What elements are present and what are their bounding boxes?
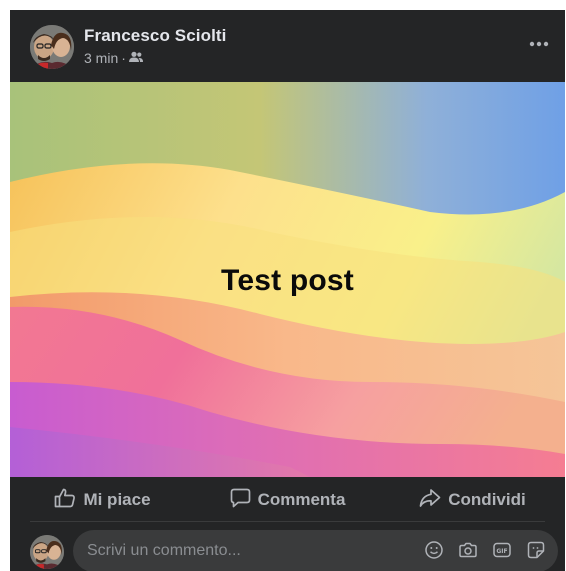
camera-icon[interactable] bbox=[458, 540, 478, 560]
post-actions: Mi piace Commenta Condividi bbox=[10, 480, 565, 520]
user-avatar[interactable] bbox=[30, 535, 64, 569]
post-image[interactable]: Test post bbox=[10, 82, 565, 477]
share-button[interactable]: Condividi bbox=[380, 488, 565, 513]
thumbs-up-icon bbox=[54, 488, 76, 513]
comment-label: Commenta bbox=[257, 490, 346, 509]
meta-separator: · bbox=[121, 50, 126, 66]
post-card: Francesco Sciolti 3 min · Test post Mi p… bbox=[10, 10, 565, 571]
post-time[interactable]: 3 min bbox=[84, 50, 118, 66]
comment-button[interactable]: Commenta bbox=[195, 488, 380, 513]
share-label: Condividi bbox=[448, 490, 526, 509]
emoji-icon[interactable] bbox=[424, 540, 444, 560]
author-avatar[interactable] bbox=[30, 25, 74, 69]
more-options-icon[interactable] bbox=[527, 32, 551, 56]
actions-divider bbox=[30, 521, 545, 522]
gif-icon[interactable]: GIF bbox=[492, 540, 512, 560]
comment-tools: GIF bbox=[424, 540, 546, 560]
comment-icon bbox=[230, 488, 251, 513]
sticker-icon[interactable] bbox=[526, 540, 546, 560]
post-image-text: Test post bbox=[221, 264, 354, 297]
svg-text:GIF: GIF bbox=[496, 548, 507, 555]
friends-icon bbox=[128, 50, 143, 66]
share-icon bbox=[419, 488, 441, 513]
comment-placeholder: Scrivi un commento... bbox=[87, 542, 241, 559]
like-button[interactable]: Mi piace bbox=[10, 488, 195, 513]
post-header: Francesco Sciolti 3 min · bbox=[10, 10, 565, 82]
author-name[interactable]: Francesco Sciolti bbox=[84, 26, 226, 46]
comment-input[interactable]: Scrivi un commento... GIF bbox=[73, 530, 558, 571]
like-label: Mi piace bbox=[83, 490, 151, 509]
post-meta: 3 min · bbox=[84, 50, 143, 66]
